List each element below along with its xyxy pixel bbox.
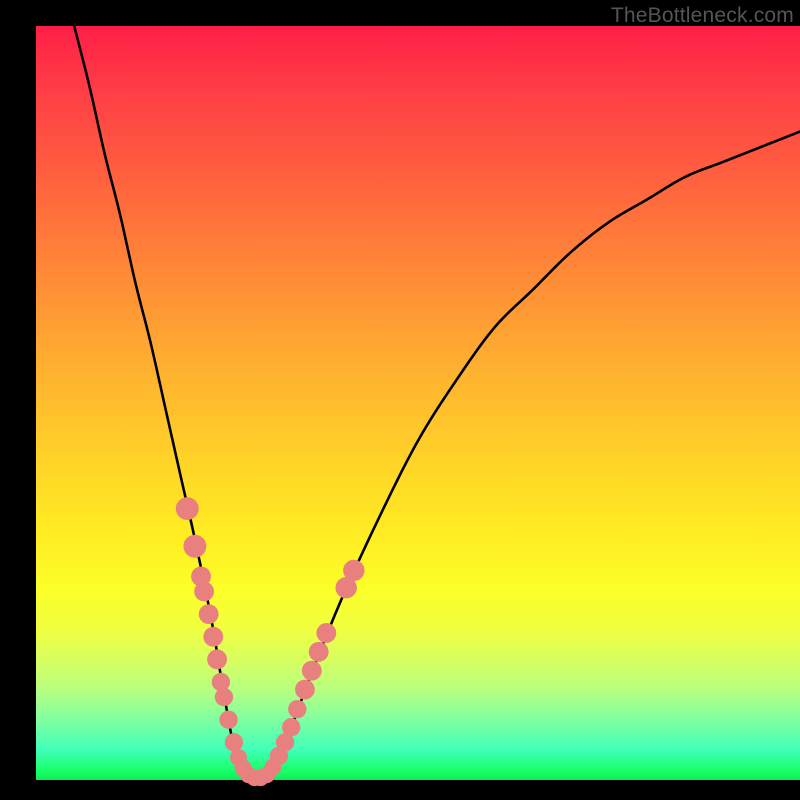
curve-marker xyxy=(215,688,233,706)
curve-marker xyxy=(316,623,336,643)
curve-marker xyxy=(225,733,243,751)
curve-marker xyxy=(288,700,306,718)
curve-marker xyxy=(212,673,230,691)
curve-marker xyxy=(282,718,300,736)
curve-group xyxy=(74,26,800,785)
curve-marker xyxy=(343,560,364,581)
curve-marker xyxy=(199,604,219,624)
marker-group xyxy=(176,497,365,786)
curve-marker xyxy=(302,661,322,681)
bottleneck-curve-svg xyxy=(0,0,800,800)
bottleneck-curve xyxy=(74,26,800,785)
curve-marker xyxy=(207,649,227,669)
curve-marker xyxy=(183,535,206,558)
curve-marker xyxy=(219,711,237,729)
curve-marker xyxy=(203,627,223,647)
chart-frame: TheBottleneck.com xyxy=(0,0,800,800)
curve-marker xyxy=(194,582,214,602)
curve-marker xyxy=(309,642,329,662)
watermark-text: TheBottleneck.com xyxy=(611,4,794,28)
curve-marker xyxy=(295,680,315,700)
curve-marker xyxy=(176,497,199,520)
